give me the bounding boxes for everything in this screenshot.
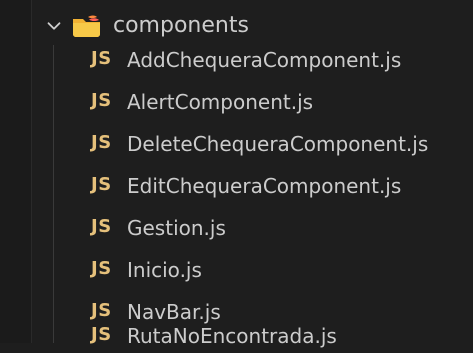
file-explorer: components JS AddChequeraComponent.js JS… — [0, 0, 473, 348]
file-row[interactable]: JS DeleteChequeraComponent.js — [0, 126, 473, 161]
folder-components[interactable]: components — [0, 8, 473, 44]
folder-label: components — [113, 13, 249, 38]
javascript-file-icon: JS — [91, 258, 112, 279]
file-label: Inicio.js — [127, 258, 202, 282]
javascript-file-icon: JS — [91, 324, 112, 345]
javascript-file-icon: JS — [91, 90, 112, 111]
chevron-down-icon[interactable] — [45, 17, 63, 35]
file-label: AddChequeraComponent.js — [127, 48, 402, 72]
javascript-file-icon: JS — [91, 132, 112, 153]
file-row[interactable]: JS Inicio.js — [0, 252, 473, 287]
file-row[interactable]: JS RutaNoEncontrada.js — [0, 318, 473, 353]
file-label: DeleteChequeraComponent.js — [127, 132, 429, 156]
file-label: RutaNoEncontrada.js — [127, 324, 337, 348]
file-label: Gestion.js — [127, 216, 226, 240]
javascript-file-icon: JS — [91, 216, 112, 237]
javascript-file-icon: JS — [91, 174, 112, 195]
file-row[interactable]: JS Gestion.js — [0, 210, 473, 245]
javascript-file-icon: JS — [91, 48, 112, 69]
file-row[interactable]: JS AddChequeraComponent.js — [0, 42, 473, 77]
file-row[interactable]: JS EditChequeraComponent.js — [0, 168, 473, 203]
folder-icon — [73, 15, 100, 37]
file-label: AlertComponent.js — [127, 90, 314, 114]
file-row[interactable]: JS AlertComponent.js — [0, 84, 473, 119]
file-label: EditChequeraComponent.js — [127, 174, 402, 198]
